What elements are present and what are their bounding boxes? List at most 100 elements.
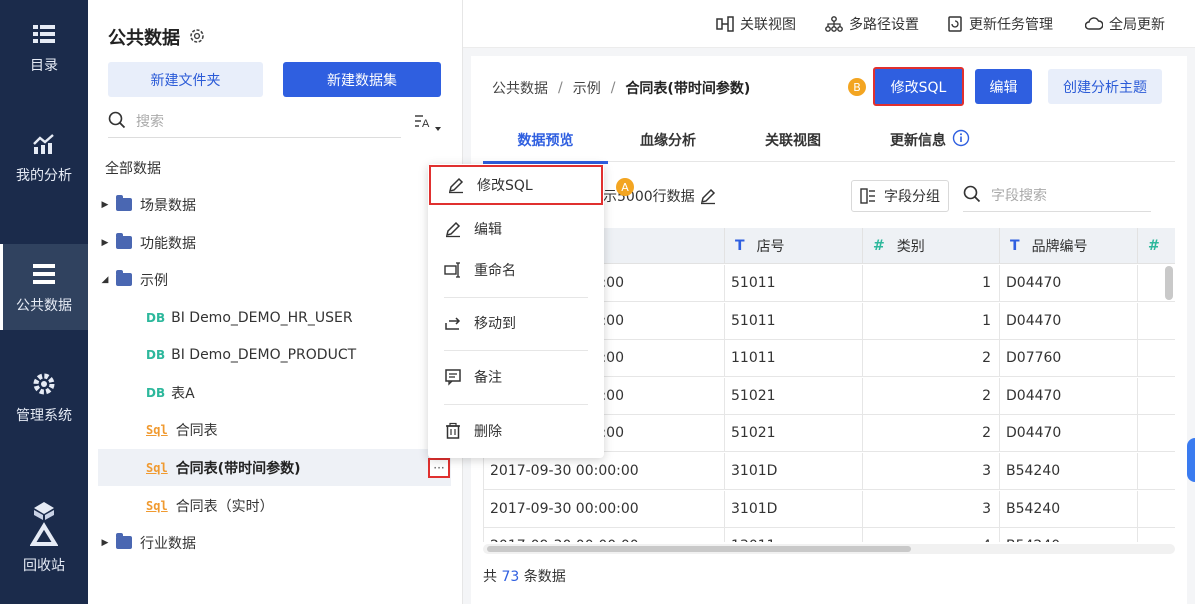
- number-type-icon: #: [873, 237, 885, 254]
- column-header[interactable]: T 品牌编号: [1000, 228, 1138, 264]
- tree-item-product[interactable]: DB BI Demo_DEMO_PRODUCT: [98, 336, 451, 373]
- nav-label: 回收站: [23, 558, 65, 574]
- table-cell: 3101D: [725, 490, 863, 528]
- tree-item-hr-user[interactable]: DB BI Demo_DEMO_HR_USER: [98, 299, 451, 336]
- menu-item-edit-sql[interactable]: 修改SQL: [429, 165, 603, 205]
- tree-item-label: BI Demo_DEMO_HR_USER: [171, 309, 353, 326]
- search-field[interactable]: [108, 106, 401, 138]
- menu-item-delete[interactable]: 删除: [428, 411, 604, 451]
- breadcrumb-item[interactable]: 公共数据: [492, 78, 548, 98]
- new-dataset-button[interactable]: 新建数据集: [283, 62, 441, 97]
- menu-item-note[interactable]: 备注: [428, 357, 604, 397]
- table-cell: D07760: [1000, 340, 1138, 378]
- nav-item-my-analysis[interactable]: 我的分析: [0, 114, 88, 200]
- public-data-icon: [29, 259, 59, 289]
- table-cell: 11011: [725, 340, 863, 378]
- search-icon: [963, 185, 981, 207]
- breadcrumb-item[interactable]: 示例: [573, 78, 601, 98]
- table-cell: 13011: [725, 528, 863, 542]
- gear-icon: [29, 369, 59, 399]
- settings-gear-icon[interactable]: [188, 27, 206, 49]
- marker-b: B: [848, 78, 866, 96]
- menu-item-move-to[interactable]: 移动到: [428, 303, 604, 343]
- menu-divider: [444, 297, 588, 298]
- tree-item-industry-data[interactable]: ▶ 行业数据: [98, 524, 451, 561]
- side-panel-handle[interactable]: [1187, 438, 1195, 482]
- create-analysis-theme-button[interactable]: 创建分析主题: [1048, 69, 1162, 104]
- tab-lineage[interactable]: 血缘分析: [640, 130, 696, 164]
- nav-item-management[interactable]: 管理系统: [0, 354, 88, 440]
- related-view-action[interactable]: 关联视图: [716, 14, 796, 34]
- more-options-button[interactable]: ···: [428, 458, 450, 478]
- analysis-icon: [29, 129, 59, 159]
- tree-item-contract-time-param[interactable]: Sql 合同表(带时间参数): [98, 449, 451, 486]
- total-suffix: 条数据: [523, 569, 566, 585]
- caret-right-icon[interactable]: ▶: [98, 538, 112, 548]
- total-number: 73: [501, 569, 520, 585]
- nav-item-recycle[interactable]: 回收站: [0, 494, 88, 580]
- field-search[interactable]: [963, 180, 1151, 212]
- edit-button[interactable]: 编辑: [975, 69, 1032, 104]
- sql-icon: Sql: [146, 460, 168, 475]
- table-cell: 51021: [725, 377, 863, 415]
- tree-item-contract-realtime[interactable]: Sql 合同表（实时）: [98, 487, 451, 524]
- search-input[interactable]: [136, 113, 376, 130]
- breadcrumb: 公共数据 / 示例 / 合同表(带时间参数): [492, 78, 750, 98]
- caret-down-icon[interactable]: ◢: [98, 275, 112, 285]
- column-header[interactable]: # 类别: [863, 228, 1000, 264]
- folder-open-icon: [116, 270, 132, 286]
- nav-item-catalog[interactable]: 目录: [0, 4, 88, 90]
- tab-related-view[interactable]: 关联视图: [765, 130, 821, 164]
- menu-item-rename[interactable]: 重命名: [428, 250, 604, 290]
- breadcrumb-current: 合同表(带时间参数): [625, 81, 751, 97]
- table-cell: 2017-09-30 00:00:00: [484, 453, 725, 490]
- info-icon[interactable]: [952, 129, 970, 147]
- tree-item-function-data[interactable]: ▶ 功能数据: [98, 224, 451, 261]
- sort-icon[interactable]: A: [413, 112, 443, 136]
- left-nav: 目录 我的分析 公共数据 管理系统 回收站: [0, 0, 88, 604]
- field-group-button[interactable]: 字段分组: [851, 180, 949, 212]
- tree-item-label: 表A: [171, 385, 195, 402]
- tree-item-scene-data[interactable]: ▶ 场景数据: [98, 186, 451, 223]
- menu-item-label: 移动到: [474, 316, 516, 332]
- table-cell: 4: [863, 528, 1000, 542]
- svg-text:A: A: [422, 118, 430, 130]
- column-header[interactable]: #: [1138, 228, 1175, 264]
- table-cell: [1138, 528, 1175, 542]
- tree-item-contract[interactable]: Sql 合同表: [98, 411, 451, 448]
- table-cell: 2: [863, 377, 1000, 415]
- caret-right-icon[interactable]: ▶: [98, 238, 112, 248]
- tree-item-example[interactable]: ◢ 示例: [98, 261, 451, 298]
- tab-data-preview[interactable]: 数据预览: [483, 130, 608, 164]
- context-menu: 修改SQL 编辑 重命名 移动到 备注 删除: [428, 164, 604, 458]
- folder-icon: [116, 233, 132, 249]
- vertical-scrollbar[interactable]: [1165, 266, 1173, 300]
- table-cell: 3: [863, 453, 1000, 490]
- nav-item-public-data[interactable]: 公共数据: [0, 244, 88, 330]
- tree-item-label: 行业数据: [140, 535, 196, 552]
- horizontal-scrollbar[interactable]: [487, 546, 911, 552]
- menu-item-edit[interactable]: 编辑: [428, 209, 604, 249]
- table-cell: D04470: [1000, 302, 1138, 340]
- marker-a: A: [616, 178, 634, 196]
- catalog-icon: [29, 19, 59, 49]
- hierarchy-icon: [825, 16, 843, 32]
- field-search-input[interactable]: [991, 187, 1131, 204]
- sql-icon: Sql: [146, 498, 168, 513]
- table-cell: 1: [863, 302, 1000, 340]
- tree-item-table-a[interactable]: DB 表A: [98, 374, 451, 411]
- update-task-action[interactable]: 更新任务管理: [947, 14, 1053, 34]
- action-label: 更新任务管理: [969, 17, 1053, 33]
- edit-sql-button[interactable]: 修改SQL: [873, 67, 964, 106]
- multipath-settings-action[interactable]: 多路径设置: [825, 14, 919, 34]
- new-folder-button[interactable]: 新建文件夹: [108, 62, 263, 97]
- global-update-action[interactable]: 全局更新: [1085, 14, 1165, 34]
- search-icon: [108, 111, 126, 133]
- table-cell: D04470: [1000, 265, 1138, 302]
- tab-label: 更新信息: [890, 133, 946, 149]
- column-header[interactable]: T 店号: [725, 228, 863, 264]
- pencil-icon[interactable]: [699, 187, 717, 205]
- tab-update-info[interactable]: 更新信息: [890, 129, 970, 164]
- folder-icon: [116, 533, 132, 549]
- caret-right-icon[interactable]: ▶: [98, 200, 112, 210]
